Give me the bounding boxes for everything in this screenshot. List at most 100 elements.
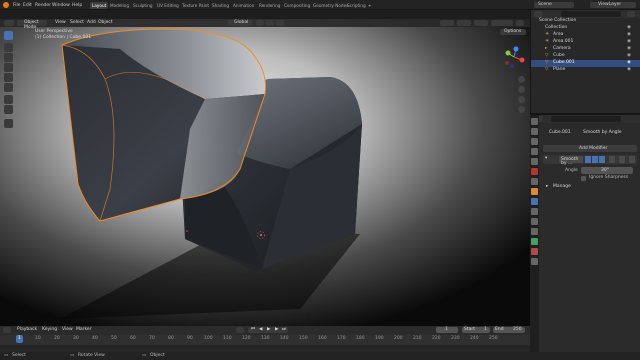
view-layer-selector[interactable]: ViewLayer bbox=[590, 2, 636, 8]
menu-edit[interactable]: Edit bbox=[23, 3, 32, 8]
move-tool-icon[interactable] bbox=[4, 53, 13, 62]
tab-geometry-nodes[interactable]: Geometry Nodes bbox=[313, 3, 348, 8]
close-icon[interactable] bbox=[619, 156, 625, 163]
editor-type-icon[interactable] bbox=[4, 20, 14, 26]
outliner-row-plane[interactable]: ▽ Plane ◉ bbox=[531, 67, 640, 74]
modifier-tab-icon[interactable] bbox=[531, 198, 538, 205]
physics-tab-icon[interactable] bbox=[531, 218, 538, 225]
current-frame-field[interactable]: 1 bbox=[436, 327, 458, 333]
pan-icon[interactable] bbox=[518, 86, 525, 93]
particles-tab-icon[interactable] bbox=[531, 208, 538, 215]
play-icon[interactable]: ▶ bbox=[267, 327, 270, 333]
data-tab-icon[interactable] bbox=[531, 238, 538, 245]
playback-controls[interactable]: ⏮ ◀ ▶ ▶ ⏭ bbox=[248, 327, 288, 333]
overlay-icon[interactable] bbox=[474, 20, 488, 26]
annotate-tool-icon[interactable] bbox=[4, 95, 13, 104]
transform-tool-icon[interactable] bbox=[4, 83, 13, 92]
render-toggle-icon[interactable] bbox=[599, 156, 605, 163]
edit-mode-toggle-icon[interactable] bbox=[585, 156, 591, 163]
modifier-name-field[interactable]: Smooth by ... bbox=[559, 156, 583, 166]
outliner-row-area[interactable]: ☀ Area ◉ bbox=[531, 32, 640, 39]
pivot-icon[interactable] bbox=[256, 20, 264, 26]
tab-animation[interactable]: Animation bbox=[233, 3, 254, 8]
add-cube-tool-icon[interactable] bbox=[4, 119, 13, 128]
eye-icon[interactable]: ◉ bbox=[627, 25, 631, 31]
axis-neg-z-icon[interactable] bbox=[510, 64, 514, 68]
jump-end-icon[interactable]: ⏭ bbox=[282, 327, 286, 333]
filter-icon[interactable] bbox=[627, 11, 635, 17]
options-button[interactable]: Options bbox=[500, 29, 526, 35]
texture-tab-icon[interactable] bbox=[531, 258, 538, 265]
constraints-tab-icon[interactable] bbox=[531, 228, 538, 235]
tab-compositing[interactable]: Compositing bbox=[284, 3, 310, 8]
manage-subpanel[interactable]: ▸ Manage bbox=[545, 184, 625, 191]
tab-layout[interactable]: Layout bbox=[90, 1, 109, 9]
perspective-toggle-icon[interactable] bbox=[518, 106, 525, 113]
mode-selector[interactable]: Object Mode bbox=[17, 20, 47, 29]
scene-tab-icon[interactable] bbox=[531, 158, 538, 165]
zoom-icon[interactable] bbox=[518, 76, 525, 83]
camera-view-icon[interactable] bbox=[518, 96, 525, 103]
tab-uv-editing[interactable]: UV Editing bbox=[157, 3, 179, 8]
collapse-icon[interactable]: ▾ bbox=[545, 156, 547, 162]
axis-y-icon[interactable] bbox=[505, 50, 511, 56]
timeline-ruler[interactable]: 1 10 20 30 40 50 60 70 80 90 100 110 120… bbox=[0, 335, 530, 345]
tab-shading[interactable]: Shading bbox=[212, 3, 229, 8]
outliner-search-input[interactable] bbox=[561, 11, 621, 17]
menu-object[interactable]: Object bbox=[98, 20, 113, 26]
add-workspace-icon[interactable]: + bbox=[368, 3, 372, 8]
tab-scripting[interactable]: Scripting bbox=[347, 3, 366, 8]
menu-add[interactable]: Add bbox=[87, 20, 96, 26]
ignore-sharpness-checkbox[interactable] bbox=[581, 176, 586, 181]
angle-field[interactable]: 30° bbox=[581, 167, 633, 174]
menu-view[interactable]: View bbox=[55, 20, 66, 26]
eye-icon[interactable]: ◉ bbox=[627, 53, 631, 59]
menu-select[interactable]: Select bbox=[70, 20, 84, 26]
menu-help[interactable]: Help bbox=[72, 3, 82, 8]
render-tab-icon[interactable] bbox=[531, 128, 538, 135]
step-forward-icon[interactable]: ▶ bbox=[275, 327, 278, 333]
3d-viewport[interactable]: Object Mode View Select Add Object Globa… bbox=[0, 19, 530, 326]
rotate-tool-icon[interactable] bbox=[4, 63, 13, 72]
axis-neg-x-icon[interactable] bbox=[505, 61, 509, 65]
transform-orientation[interactable]: Global bbox=[228, 20, 252, 26]
measure-tool-icon[interactable] bbox=[4, 105, 13, 114]
tab-texture-paint[interactable]: Texture Paint bbox=[182, 3, 209, 8]
outliner-row-scene-collection[interactable]: Scene Collection bbox=[531, 18, 640, 25]
outliner-row-area-001[interactable]: ☀ Area.001 ◉ bbox=[531, 39, 640, 46]
scale-tool-icon[interactable] bbox=[4, 73, 13, 82]
timeline-area[interactable] bbox=[0, 345, 530, 352]
cursor-tool-icon[interactable] bbox=[4, 43, 13, 52]
collection-tab-icon[interactable] bbox=[531, 178, 538, 185]
blender-logo-icon[interactable] bbox=[3, 2, 9, 8]
dropdown-icon[interactable] bbox=[609, 156, 615, 163]
outliner-row-cube[interactable]: ▽ Cube ◉ bbox=[531, 53, 640, 60]
eye-icon[interactable]: ◉ bbox=[627, 39, 631, 45]
navigation-gizmo[interactable] bbox=[500, 43, 528, 71]
tool-tab-icon[interactable] bbox=[531, 118, 538, 125]
view-layer-tab-icon[interactable] bbox=[531, 148, 538, 155]
scene-selector[interactable]: Scene bbox=[534, 2, 574, 8]
visibility-icon[interactable] bbox=[440, 20, 454, 26]
axis-x-icon[interactable] bbox=[519, 57, 525, 63]
outliner-editor-icon[interactable] bbox=[534, 11, 542, 17]
menu-playback[interactable]: Playback bbox=[17, 327, 37, 333]
tab-sculpting[interactable]: Sculpting bbox=[133, 3, 153, 8]
axis-z-icon[interactable] bbox=[513, 46, 519, 52]
world-tab-icon[interactable] bbox=[531, 168, 538, 175]
menu-file[interactable]: File bbox=[13, 3, 21, 8]
snap-icon[interactable] bbox=[266, 20, 274, 26]
add-modifier-button[interactable]: Add Modifier bbox=[543, 145, 637, 152]
properties-search-input[interactable] bbox=[551, 116, 621, 122]
timeline-editor-icon[interactable] bbox=[3, 327, 11, 333]
outliner-row-collection[interactable]: Collection ◉ bbox=[531, 25, 640, 32]
output-tab-icon[interactable] bbox=[531, 138, 538, 145]
shading-popover-icon[interactable] bbox=[516, 20, 524, 26]
end-frame-field[interactable]: End 250 bbox=[493, 327, 525, 333]
menu-render[interactable]: Render bbox=[35, 3, 51, 8]
outliner-row-camera[interactable]: ▸ Camera ◉ bbox=[531, 46, 640, 53]
start-frame-field[interactable]: Start 1 bbox=[462, 327, 490, 333]
eye-icon[interactable]: ◉ bbox=[627, 46, 631, 52]
tab-modeling[interactable]: Modeling bbox=[110, 3, 129, 8]
jump-start-icon[interactable]: ⏮ bbox=[251, 327, 255, 333]
